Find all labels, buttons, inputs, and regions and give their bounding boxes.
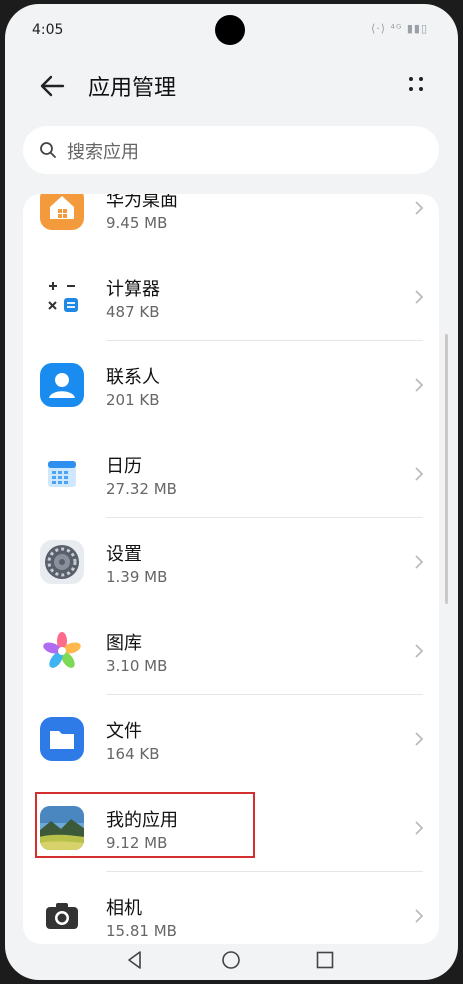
chevron-right-icon (415, 555, 424, 569)
app-name: 相机 (106, 898, 142, 919)
back-arrow-icon[interactable] (35, 68, 71, 104)
app-name: 联系人 (106, 367, 160, 388)
app-size: 9.45 MB (106, 214, 168, 232)
app-name: 日历 (106, 455, 142, 477)
list-item-files[interactable]: 文件 164 KB (23, 695, 439, 784)
nav-home-icon[interactable] (221, 950, 241, 970)
system-nav-bar (5, 938, 458, 980)
list-item-settings[interactable]: 设置 1.39 MB (23, 518, 439, 607)
nav-back-icon[interactable] (125, 950, 145, 970)
status-icons: ⟨·⟩ ⁴ᴳ ▮▮▯ (370, 22, 428, 35)
calculator-icon (48, 281, 78, 312)
status-time: 4:05 (32, 22, 64, 38)
screen: 4:05 ⟨·⟩ ⁴ᴳ ▮▮▯ 应用管理 搜索应用 华为桌面 9.45 MB 计… (5, 4, 458, 980)
chevron-right-icon (415, 201, 424, 215)
scrollbar[interactable] (445, 334, 448, 604)
front-camera-cutout (215, 15, 245, 45)
phone-frame: 4:05 ⟨·⟩ ⁴ᴳ ▮▮▯ 应用管理 搜索应用 华为桌面 9.45 MB 计… (0, 0, 463, 984)
app-size: 3.10 MB (106, 656, 168, 675)
gallery-icon (43, 631, 81, 668)
status-bar: 4:05 ⟨·⟩ ⁴ᴳ ▮▮▯ (5, 4, 458, 56)
app-size: 487 KB (106, 302, 160, 321)
chevron-right-icon (415, 643, 424, 658)
list-item-camera[interactable]: 相机 15.81 MB (23, 872, 439, 944)
search-input[interactable]: 搜索应用 (23, 126, 439, 174)
chevron-right-icon (415, 732, 424, 746)
app-name: 文件 (106, 721, 142, 742)
search-icon (40, 142, 56, 158)
page-title: 应用管理 (88, 76, 177, 101)
calendar-icon (48, 460, 76, 487)
list-item-calendar[interactable]: 日历 27.32 MB (23, 430, 439, 518)
settings-gear-icon (40, 540, 84, 584)
more-options-icon[interactable] (404, 72, 428, 96)
home-icon (40, 194, 84, 230)
app-size: 27.32 MB (106, 479, 177, 498)
list-item-calculator[interactable]: 计算器 487 KB (23, 253, 439, 341)
contacts-icon (40, 363, 84, 407)
camera-icon (46, 903, 78, 929)
app-size: 201 KB (106, 391, 160, 409)
nav-recents-icon[interactable] (315, 950, 335, 970)
selection-highlight-box (35, 792, 255, 858)
app-name: 图库 (106, 632, 142, 654)
chevron-right-icon (415, 466, 424, 481)
search-placeholder: 搜索应用 (67, 142, 139, 163)
list-item-home[interactable]: 华为桌面 9.45 MB (23, 194, 439, 253)
chevron-right-icon (415, 909, 424, 923)
app-name: 设置 (106, 544, 142, 565)
folder-icon (40, 717, 84, 761)
app-name: 计算器 (106, 278, 160, 300)
app-size: 1.39 MB (106, 568, 168, 586)
app-header: 应用管理 (5, 56, 458, 116)
app-size: 164 KB (106, 745, 160, 763)
app-name: 华为桌面 (106, 194, 178, 211)
list-item-gallery[interactable]: 图库 3.10 MB (23, 607, 439, 695)
chevron-right-icon (415, 289, 424, 304)
list-item-contacts[interactable]: 联系人 201 KB (23, 341, 439, 430)
chevron-right-icon (415, 820, 424, 835)
chevron-right-icon (415, 378, 424, 392)
